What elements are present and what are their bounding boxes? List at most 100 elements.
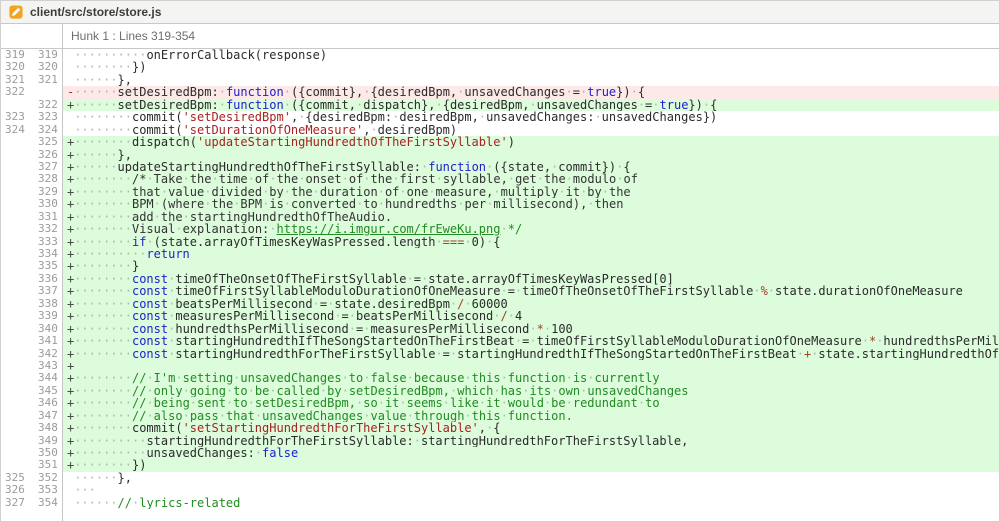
whitespace-dot: · (500, 409, 508, 423)
code-line: +········const·startingHundredthForTheFi… (63, 347, 999, 360)
whitespace-dot: · (247, 173, 255, 186)
whitespace-dot: · (168, 272, 176, 286)
whitespace-dot: · (204, 185, 212, 199)
code-token: false (262, 447, 299, 460)
code-token: commit( (131, 111, 183, 124)
file-path: client/src/store/store.js (30, 5, 162, 19)
code-line: + (63, 359, 999, 373)
indent-whitespace: ········ (74, 198, 132, 211)
code-token: that·value·divided·by·the·duration·of·on… (131, 185, 631, 199)
whitespace-dot: · (796, 347, 804, 360)
whitespace-dot: · (702, 98, 711, 112)
whitespace-dot: · (363, 409, 371, 423)
whitespace-dot: · (247, 384, 255, 398)
diff-row: 341 +········const·startingHundredthIfThe… (1, 334, 999, 348)
code-token: ) (507, 136, 515, 149)
line-number-new (31, 86, 63, 99)
whitespace-dot: · (363, 372, 371, 385)
code-line: +········add·the·startingHundredthOfTheA… (63, 210, 999, 224)
whitespace-dot: · (558, 185, 566, 199)
code-line: +··········return (63, 248, 999, 261)
whitespace-dot: · (225, 397, 234, 410)
indent-whitespace: ········ (74, 335, 132, 348)
whitespace-dot: · (457, 198, 465, 211)
code-line: +········const·timeOfTheOnsetOfTheFirstS… (63, 272, 999, 286)
code-token: ,·{ (478, 422, 501, 435)
whitespace-dot: · (269, 223, 277, 236)
whitespace-dot: · (514, 285, 523, 298)
whitespace-dot: · (189, 397, 198, 410)
whitespace-dot: · (370, 123, 378, 137)
diff-row: 327 +······updateStartingHundredthOfTheFi… (1, 160, 999, 174)
whitespace-dot: · (486, 235, 494, 248)
whitespace-dot: · (168, 310, 176, 323)
code-line: +········if·(state.arrayOfTimesKeyWasPre… (63, 235, 999, 248)
line-number-old (1, 409, 31, 423)
whitespace-dot: · (319, 384, 328, 398)
code-line: +······}, (63, 148, 999, 161)
line-number-new: 328 (31, 172, 63, 186)
diff-row: 340 +········const·hundredthsPerMilliseco… (1, 322, 999, 336)
code-token: //·also·pass·that·unsavedChanges·value·t… (131, 409, 573, 423)
code-token: //·I'm·setting·unsavedChanges·to·false·b… (131, 372, 660, 385)
whitespace-dot: · (493, 310, 501, 323)
line-number-old (1, 223, 31, 236)
code-token: const (131, 285, 169, 298)
code-token: / (500, 310, 508, 323)
code-token: })·{ (688, 98, 718, 112)
line-number-old (1, 397, 31, 410)
code-token: const (131, 310, 169, 323)
whitespace-dot: · (529, 98, 537, 112)
hunk-header: Hunk 1 : Lines 319-354 (1, 24, 999, 49)
whitespace-dot: · (132, 496, 140, 510)
whitespace-dot: · (435, 98, 443, 112)
comment-link[interactable]: https://i.imgur.com/frEweKu.png (277, 223, 501, 235)
whitespace-dot: · (652, 98, 660, 112)
code-token: updateStartingHundredthOfTheFirstSyllabl… (117, 160, 429, 174)
whitespace-dot: · (247, 397, 255, 410)
whitespace-dot: · (204, 198, 212, 211)
whitespace-dot: · (363, 173, 371, 186)
whitespace-dot: · (182, 173, 190, 186)
code-token: setDesiredBpm:· (117, 86, 226, 99)
code-token: startingHundredthForTheFirstSyllable:·st… (146, 434, 689, 447)
whitespace-dot: · (341, 173, 349, 186)
line-number-old (1, 347, 31, 360)
code-token: //·only·going·to·be·called·by·setDesired… (131, 384, 689, 398)
indent-whitespace: ········ (74, 459, 132, 472)
diff-row: 330 +········BPM·(where·the·BPM·is·conver… (1, 197, 999, 211)
code-line: +········//·only·going·to·be·called·by·s… (63, 384, 999, 398)
code-token: * (536, 322, 544, 336)
code-line: +········//·also·pass·that·unsavedChange… (63, 409, 999, 423)
indent-whitespace: ········ (74, 260, 132, 273)
line-number-old (1, 148, 31, 161)
diff-row: 339 +········const·measuresPerMillisecond… (1, 309, 999, 323)
code-token: dispatch( (131, 136, 198, 149)
line-number-old: 323 (1, 110, 31, 124)
indent-whitespace: ······ (74, 148, 118, 161)
line-number-new: 341 (31, 334, 63, 348)
whitespace-dot: · (168, 347, 176, 360)
diff-row: 324 324 ········commit('setDurationOfOneM… (1, 123, 999, 137)
whitespace-dot: · (406, 272, 414, 286)
line-number-old: 322 (1, 85, 31, 99)
whitespace-dot: · (630, 86, 638, 99)
whitespace-dot: · (507, 173, 516, 186)
diff-row: 319 319 ··········onErrorCallback(respons… (1, 48, 999, 62)
whitespace-dot: · (233, 372, 241, 385)
whitespace-dot: · (146, 384, 154, 398)
whitespace-dot: · (753, 285, 761, 298)
whitespace-dot: · (356, 198, 364, 211)
diff-body: Hunk 1 : Lines 319-354 319 319 ··········… (1, 24, 999, 521)
whitespace-dot: · (500, 223, 508, 236)
whitespace-dot: · (442, 397, 450, 410)
whitespace-dot: · (146, 173, 154, 186)
diff-row: 328 +········/*·Take·the·time·of·the·onse… (1, 172, 999, 186)
indent-whitespace: ········ (74, 384, 132, 398)
whitespace-dot: · (876, 335, 884, 348)
line-number-new: 353 (31, 483, 63, 497)
indent-whitespace: ········ (74, 235, 132, 248)
whitespace-dot: · (536, 173, 544, 186)
code-token: ·timeOfFirstSyllableModuloDurationOfOneM… (168, 285, 761, 298)
whitespace-dot: · (580, 185, 588, 199)
